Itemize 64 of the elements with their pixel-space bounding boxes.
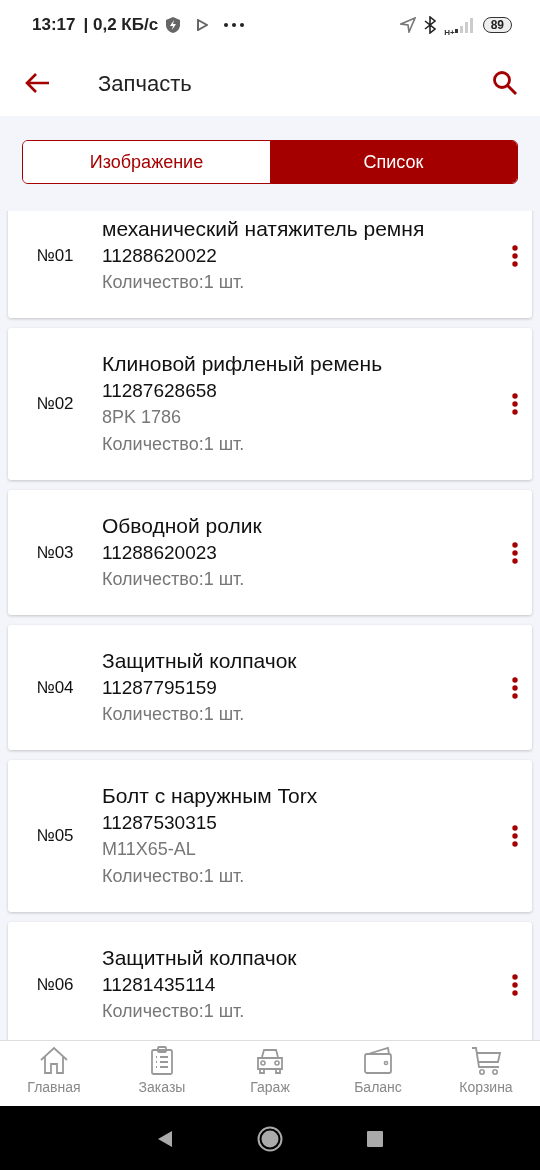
back-icon[interactable] [157,1129,173,1148]
nav-tab[interactable]: Корзина [432,1041,540,1106]
quantity-text: Количество:1 шт. [102,568,246,591]
part-number: 11287795159 [102,676,218,700]
part-number: 11288620022 [102,244,218,268]
network-speed: | 0,2 КБ/с [83,14,159,37]
more-options-icon[interactable] [512,676,518,699]
part-name: Защитный колпачок [102,648,298,674]
more-icon [224,23,245,27]
item-number: №06 [35,973,75,996]
item-number: №03 [35,541,75,564]
recents-icon[interactable] [367,1130,383,1147]
more-options-icon[interactable] [512,393,518,415]
part-card[interactable]: №04 Защитный колпачок 11287795159 Количество:1 шт. [8,625,532,750]
tab[interactable]: Список [270,141,517,183]
home-button-icon[interactable] [257,1125,283,1152]
search-icon[interactable] [492,70,518,96]
location-icon [400,17,417,33]
part-name: Защитный колпачок [102,945,298,971]
part-card[interactable]: №01 механический натяжитель ремня 11288620022 Количество:1 шт. [8,211,532,318]
more-options-icon[interactable] [512,825,518,847]
more-options-icon[interactable] [512,973,518,996]
page-title: Запчасть [98,69,192,98]
item-number: №02 [35,393,75,416]
quantity-text: Количество:1 шт. [102,703,246,726]
bluetooth-icon [424,16,437,34]
quantity-text: Количество:1 шт. [102,865,246,888]
part-card[interactable]: №05 Болт с наружным Torx 11287530315 M11X65-AL Количество:1 шт. [8,760,532,912]
nav-tab[interactable]: Заказы [108,1041,216,1106]
part-card[interactable]: №06 Защитный колпачок 11281435114 Количество:1 шт. [8,922,532,1040]
part-number: 11287628658 [102,379,218,403]
part-name: Болт с наружным Torx [102,783,319,809]
signal-icon [454,17,475,33]
more-options-icon[interactable] [512,244,518,267]
wallet-icon [362,1045,394,1077]
more-options-icon[interactable] [512,541,518,564]
battery-level: 89 [482,17,512,33]
status-time: 13:17 [32,14,76,37]
part-number: 11288620023 [102,541,218,565]
play-icon [196,19,209,31]
nav-tab[interactable]: Главная [0,1041,108,1106]
shield-icon [166,17,181,33]
part-spec: M11X65-AL [102,838,197,861]
part-name: механический натяжитель ремня [102,216,426,242]
item-number: №01 [35,244,75,267]
part-number: 11281435114 [102,973,217,997]
quantity-text: Количество:1 шт. [102,1000,246,1023]
back-arrow-icon[interactable] [24,72,50,94]
part-card[interactable]: №02 Клиновой рифленый ремень 11287628658 8PK 1786 Количество:1 шт. [8,328,532,480]
cart-icon [470,1045,502,1077]
part-spec: 8PK 1786 [102,406,183,429]
network-type: H+ [444,27,455,39]
item-number: №04 [35,676,75,699]
part-name: Обводной ролик [102,513,263,539]
nav-tab[interactable]: Баланс [324,1041,432,1106]
house-icon [38,1045,70,1077]
tab[interactable]: Изображение [23,141,270,183]
item-number: №05 [35,825,75,848]
part-name: Клиновой рифленый ремень [102,351,384,377]
quantity-text: Количество:1 шт. [102,271,246,294]
part-number: 11287530315 [102,811,218,835]
part-card[interactable]: №03 Обводной ролик 11288620023 Количество:1 шт. [8,490,532,615]
nav-tab[interactable]: Гараж [216,1041,324,1106]
quantity-text: Количество:1 шт. [102,433,246,456]
